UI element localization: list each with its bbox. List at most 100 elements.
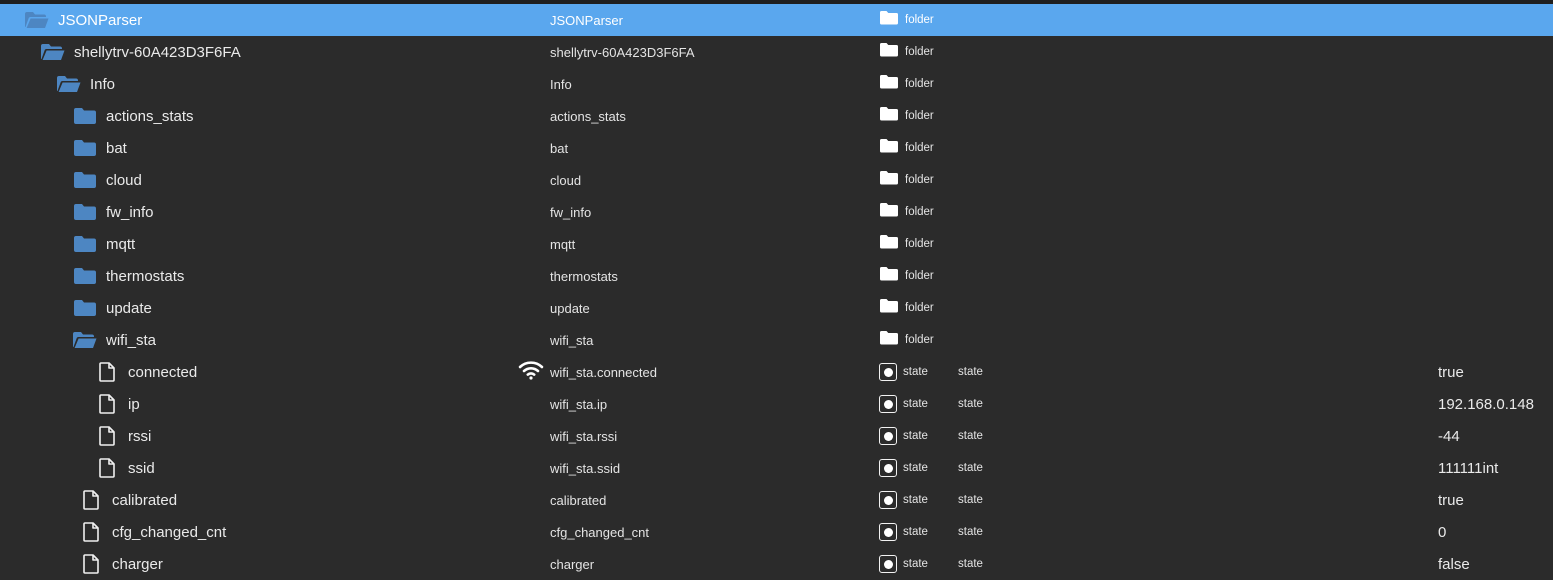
state-value[interactable]: false	[1438, 556, 1470, 573]
object-type: folder	[905, 334, 934, 346]
folder-icon[interactable]	[72, 228, 98, 260]
tree-row-actions-stats[interactable]: actions_stats actions_stats folder	[0, 100, 1553, 132]
object-tree: JSONParser JSONParser folder shellytrv-6…	[0, 4, 1553, 580]
object-type: folder	[905, 14, 934, 26]
object-id: thermostats	[550, 268, 618, 284]
folder-icon[interactable]	[72, 132, 98, 164]
folder-type-icon	[879, 202, 899, 222]
object-id: wifi_sta.connected	[550, 364, 657, 380]
object-name: actions_stats	[106, 107, 194, 125]
object-name: Info	[90, 75, 116, 93]
folder-open-icon[interactable]	[72, 324, 98, 356]
file-icon	[78, 516, 104, 548]
state-value[interactable]: 192.168.0.148	[1438, 396, 1534, 413]
object-type: state	[903, 430, 928, 442]
tree-row-info[interactable]: Info Info folder	[0, 68, 1553, 100]
object-name: ip	[128, 395, 140, 413]
state-type-icon	[879, 491, 897, 509]
object-id: charger	[550, 556, 595, 572]
folder-open-icon[interactable]	[40, 36, 66, 68]
state-value[interactable]: 111111int	[1438, 460, 1498, 477]
tree-row-bat[interactable]: bat bat folder	[0, 132, 1553, 164]
object-name: cfg_changed_cnt	[112, 523, 227, 541]
folder-icon[interactable]	[72, 164, 98, 196]
object-type: folder	[905, 46, 934, 58]
file-icon	[94, 420, 120, 452]
tree-row-mqtt[interactable]: mqtt mqtt folder	[0, 228, 1553, 260]
object-id: wifi_sta.ssid	[550, 460, 621, 476]
object-id: calibrated	[550, 492, 607, 508]
object-name: wifi_sta	[106, 331, 157, 349]
object-type: state	[903, 366, 928, 378]
tree-row-shellytrv[interactable]: shellytrv-60A423D3F6FA shellytrv-60A423D…	[0, 36, 1553, 68]
object-id: shellytrv-60A423D3F6FA	[550, 44, 695, 60]
object-type: folder	[905, 302, 934, 314]
tree-row-rssi[interactable]: rssi wifi_sta.rssi state state -44	[0, 420, 1553, 452]
folder-icon[interactable]	[72, 196, 98, 228]
tree-row-jsonparser[interactable]: JSONParser JSONParser folder	[0, 4, 1553, 36]
object-type: folder	[905, 238, 934, 250]
state-value[interactable]: true	[1438, 492, 1464, 509]
object-id: wifi_sta.rssi	[550, 428, 618, 444]
object-name: update	[106, 299, 152, 317]
tree-row-thermostats[interactable]: thermostats thermostats folder	[0, 260, 1553, 292]
object-role: state	[958, 398, 983, 410]
object-type: folder	[905, 110, 934, 122]
file-icon	[94, 388, 120, 420]
wifi-icon	[518, 360, 544, 385]
object-id: actions_stats	[550, 108, 626, 124]
tree-row-calibrated[interactable]: calibrated calibrated state state true	[0, 484, 1553, 516]
object-name: connected	[128, 363, 198, 381]
state-value[interactable]: true	[1438, 364, 1464, 381]
folder-open-icon[interactable]	[24, 4, 50, 36]
tree-row-ip[interactable]: ip wifi_sta.ip state state 192.168.0.148	[0, 388, 1553, 420]
state-value[interactable]: 0	[1438, 524, 1446, 541]
object-type: state	[903, 558, 928, 570]
tree-row-ssid[interactable]: ssid wifi_sta.ssid state state 111111int	[0, 452, 1553, 484]
tree-row-connected[interactable]: connected wifi_sta.connected state state…	[0, 356, 1553, 388]
tree-row-charger[interactable]: charger charger state state false	[0, 548, 1553, 580]
object-role: state	[958, 558, 983, 570]
file-icon	[94, 452, 120, 484]
object-type: folder	[905, 174, 934, 186]
object-id: cloud	[550, 172, 582, 188]
object-role: state	[958, 526, 983, 538]
object-name: mqtt	[106, 235, 136, 253]
tree-row-cloud[interactable]: cloud cloud folder	[0, 164, 1553, 196]
object-id: bat	[550, 140, 569, 156]
folder-icon[interactable]	[72, 100, 98, 132]
tree-row-update[interactable]: update update folder	[0, 292, 1553, 324]
object-type: folder	[905, 142, 934, 154]
tree-row-fw-info[interactable]: fw_info fw_info folder	[0, 196, 1553, 228]
object-name: JSONParser	[58, 11, 143, 29]
state-value[interactable]: -44	[1438, 428, 1460, 445]
tree-row-cfg-changed-cnt[interactable]: cfg_changed_cnt cfg_changed_cnt state st…	[0, 516, 1553, 548]
state-type-icon	[879, 363, 897, 381]
folder-icon[interactable]	[72, 260, 98, 292]
folder-type-icon	[879, 170, 899, 190]
object-type: state	[903, 526, 928, 538]
object-name: cloud	[106, 171, 142, 189]
folder-open-icon[interactable]	[56, 68, 82, 100]
object-type: state	[903, 462, 928, 474]
state-type-icon	[879, 555, 897, 573]
folder-type-icon	[879, 330, 899, 350]
object-id: fw_info	[550, 204, 592, 220]
folder-type-icon	[879, 234, 899, 254]
object-type: state	[903, 398, 928, 410]
object-name: fw_info	[106, 203, 154, 221]
object-id: wifi_sta	[550, 332, 594, 348]
folder-type-icon	[879, 74, 899, 94]
object-role: state	[958, 430, 983, 442]
folder-type-icon	[879, 266, 899, 286]
state-type-icon	[879, 395, 897, 413]
object-name: charger	[112, 555, 163, 573]
tree-row-wifi-sta[interactable]: wifi_sta wifi_sta folder	[0, 324, 1553, 356]
object-name: bat	[106, 139, 127, 157]
object-id: cfg_changed_cnt	[550, 524, 650, 540]
folder-icon[interactable]	[72, 292, 98, 324]
object-type: state	[903, 494, 928, 506]
file-icon	[78, 484, 104, 516]
object-role: state	[958, 494, 983, 506]
folder-type-icon	[879, 138, 899, 158]
